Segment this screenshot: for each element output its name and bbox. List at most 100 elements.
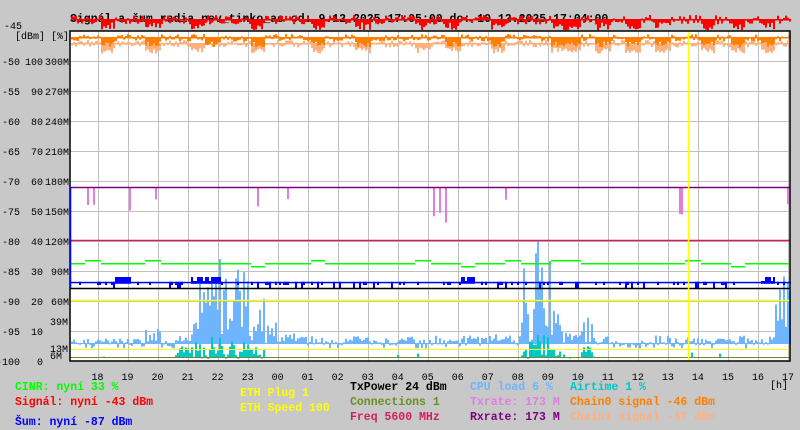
signal-mark bbox=[739, 19, 741, 25]
cpu-load-mark bbox=[587, 317, 589, 344]
cpu-load-mark bbox=[391, 343, 393, 345]
cpu-load-mark bbox=[141, 343, 143, 347]
cpu-load-mark bbox=[491, 340, 493, 344]
cinr-mark bbox=[549, 263, 551, 265]
signal-mark bbox=[353, 15, 355, 21]
noise-spike-mark bbox=[283, 281, 285, 285]
noise-spike-mark bbox=[771, 281, 773, 284]
chain0-mark bbox=[237, 37, 239, 41]
noise-mark bbox=[223, 281, 225, 284]
signal-mark bbox=[617, 19, 619, 23]
noise-mark bbox=[351, 281, 353, 284]
chain0-mark bbox=[193, 34, 195, 39]
noise-spike-mark bbox=[215, 277, 217, 284]
chain1-mark bbox=[709, 43, 711, 49]
noise-spike-mark bbox=[763, 281, 765, 284]
cpu-load-mark bbox=[713, 343, 715, 345]
cpu-load-mark bbox=[715, 340, 717, 344]
chain1-mark bbox=[541, 41, 543, 45]
chain1-mark bbox=[659, 43, 661, 53]
signal-mark bbox=[457, 19, 459, 26]
signal-mark bbox=[315, 19, 317, 30]
cpu-load-mark bbox=[219, 259, 221, 344]
cinr-mark bbox=[649, 263, 651, 265]
signal-mark bbox=[641, 18, 643, 21]
cpu-load-mark bbox=[783, 276, 785, 344]
noise-mark bbox=[229, 281, 231, 284]
chain1-mark bbox=[125, 43, 127, 46]
cpu-load-mark bbox=[365, 337, 367, 344]
signal-mark bbox=[441, 19, 443, 22]
cinr-mark bbox=[671, 263, 673, 265]
cinr-mark bbox=[739, 266, 741, 268]
chain1-mark bbox=[359, 43, 361, 49]
noise-mark bbox=[753, 281, 755, 284]
signal-mark bbox=[733, 19, 735, 29]
signal-mark bbox=[605, 19, 607, 25]
chain0-mark bbox=[615, 36, 617, 39]
cpu-load-mark bbox=[511, 341, 513, 344]
chain1-mark bbox=[607, 43, 609, 49]
chain1-mark bbox=[685, 42, 687, 45]
signal-mark bbox=[681, 19, 683, 24]
chain1-mark bbox=[391, 40, 393, 45]
chain1-mark bbox=[485, 43, 487, 46]
signal-mark bbox=[665, 19, 667, 24]
cinr-mark bbox=[527, 263, 529, 265]
signal-mark bbox=[625, 19, 627, 25]
chain0-mark bbox=[71, 37, 73, 40]
chain0-mark bbox=[299, 35, 301, 39]
cpu-load-mark bbox=[115, 341, 117, 344]
chain1-mark bbox=[99, 42, 101, 45]
noise-mark bbox=[503, 281, 505, 284]
airtime-mark bbox=[209, 349, 211, 358]
cinr-mark bbox=[613, 263, 615, 265]
chain0-mark bbox=[551, 37, 553, 47]
cpu-load-mark bbox=[215, 280, 217, 344]
noise-mark bbox=[735, 281, 737, 284]
noise-spike-mark bbox=[211, 277, 213, 284]
noise-spike-mark bbox=[461, 277, 463, 284]
cpu-load-mark bbox=[387, 339, 389, 344]
chain1-mark bbox=[417, 43, 419, 53]
chain0-mark bbox=[157, 37, 159, 46]
cpu-load-mark bbox=[613, 343, 615, 348]
cpu-load-mark bbox=[559, 325, 561, 344]
signal-mark bbox=[275, 19, 277, 24]
signal-mark bbox=[661, 19, 663, 24]
cinr-mark bbox=[115, 263, 117, 265]
chain0-mark bbox=[177, 34, 179, 39]
noise-spike-mark bbox=[265, 281, 267, 285]
chain0-mark bbox=[669, 37, 671, 43]
cinr-mark bbox=[603, 263, 605, 265]
legend-rxrate: Rxrate: 173 M bbox=[470, 411, 560, 424]
cpu-load-mark bbox=[739, 336, 741, 344]
chain1-mark bbox=[137, 40, 139, 45]
noise-mark bbox=[451, 281, 453, 284]
cpu-load-mark bbox=[251, 340, 253, 344]
noise-mark bbox=[153, 281, 155, 284]
chain0-mark bbox=[443, 35, 445, 39]
cpu-load-mark bbox=[361, 341, 363, 344]
noise-mark bbox=[397, 281, 399, 284]
cinr-mark bbox=[417, 260, 419, 262]
chain0-mark bbox=[709, 37, 711, 44]
noise-mark bbox=[327, 281, 329, 284]
noise-mark bbox=[367, 281, 369, 284]
y-tick-dbm: -90 bbox=[2, 298, 20, 309]
signal-mark bbox=[283, 19, 285, 22]
signal-mark bbox=[587, 15, 589, 21]
txrate-dip-mark bbox=[787, 188, 789, 205]
cinr-mark bbox=[673, 263, 675, 265]
signal-mark bbox=[537, 18, 539, 21]
cinr-mark bbox=[79, 263, 81, 265]
cpu-load-mark bbox=[683, 343, 685, 345]
cpu-load-mark bbox=[153, 333, 155, 344]
chain0-mark bbox=[777, 36, 779, 39]
chain0-mark bbox=[137, 35, 139, 39]
chain1-mark bbox=[299, 43, 301, 46]
cinr-mark bbox=[709, 263, 711, 265]
cpu-load-mark bbox=[677, 341, 679, 344]
chain1-mark bbox=[547, 43, 549, 46]
chain0-mark bbox=[253, 37, 255, 43]
